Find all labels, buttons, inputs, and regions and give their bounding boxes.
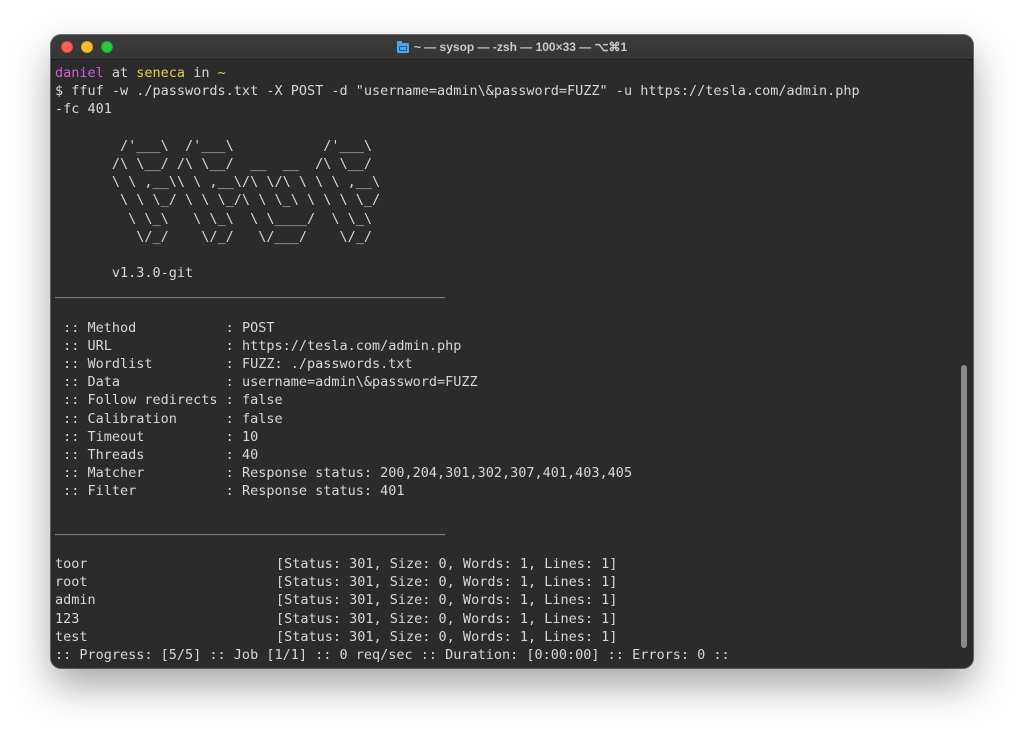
banner-line: \ \ \_/ \ \ \_/\ \ \_\ \ \ \ \_/ xyxy=(55,192,381,209)
config-value: FUZZ: ./passwords.txt xyxy=(241,356,413,372)
terminal-window: ~ — sysop — -zsh — 100×33 — ⌥⌘1 daniel a… xyxy=(51,35,973,668)
result-row: admin [Status: 301, Size: 0, Words: 1, Li… xyxy=(55,591,973,609)
config-row: :: Wordlist : FUZZ: ./passwords.txt xyxy=(55,355,973,373)
banner-line: \/_/ \/_/ \/___/ \/_/ xyxy=(55,228,372,245)
config-value: Response status: 401 xyxy=(241,483,405,500)
result-word: 123 xyxy=(55,610,80,627)
config-key: :: Data : xyxy=(55,374,242,391)
config-key: :: Calibration : xyxy=(55,410,242,427)
config-value: 40 xyxy=(241,446,259,463)
result-row: root [Status: 301, Size: 0, Words: 1, Lin… xyxy=(55,573,973,591)
banner-line: /'___\ /'___\ /'___\ xyxy=(55,137,372,154)
banner-line: \ \_\ \ \_\ \ \____/ \ \_\ xyxy=(55,210,372,227)
result-word: test xyxy=(55,628,88,645)
progress-line: :: Progress: [5/5] :: Job [1/1] :: 0 req… xyxy=(55,647,730,663)
result-row: test [Status: 301, Size: 0, Words: 1, Lin… xyxy=(55,628,973,646)
config-key: :: Timeout : xyxy=(55,428,242,445)
config-value: 10 xyxy=(241,428,259,445)
prompt-dir: ~ xyxy=(217,65,226,81)
result-row: toor [Status: 301, Size: 0, Words: 1, Lin… xyxy=(55,555,973,573)
separator-line: ________________________________________… xyxy=(55,519,446,536)
result-status: [Status: 301, Size: 0, Words: 1, Lines: … xyxy=(276,592,618,609)
config-key: :: Matcher : xyxy=(55,465,242,482)
result-status: [Status: 301, Size: 0, Words: 1, Lines: … xyxy=(276,628,618,645)
config-row: :: Timeout : 10 xyxy=(55,428,973,446)
banner-line: /\ \__/ /\ \__/ __ __ /\ \__/ xyxy=(55,155,372,172)
config-row: :: Filter : Response status: 401 xyxy=(55,482,973,500)
config-row: :: Threads : 40 xyxy=(55,446,973,464)
prompt-line: daniel at seneca in ~ xyxy=(55,64,973,82)
config-key: :: Threads : xyxy=(55,446,242,463)
config-value: https://tesla.com/admin.php xyxy=(241,337,462,354)
config-key: :: URL : xyxy=(55,337,242,354)
config-key: :: Wordlist : xyxy=(55,356,242,372)
prompt-at: at xyxy=(103,65,137,81)
window-title: ~ — sysop — -zsh — 100×33 — ⌥⌘1 xyxy=(51,35,973,59)
prompt-in: in xyxy=(185,65,218,81)
result-row: 123 [Status: 301, Size: 0, Words: 1, Line… xyxy=(55,610,973,628)
result-word: root xyxy=(55,574,88,591)
separator-line: ________________________________________… xyxy=(55,283,446,300)
config-key: :: Method : xyxy=(55,319,242,336)
version-line: v1.3.0-git xyxy=(55,265,194,282)
result-status: [Status: 301, Size: 0, Words: 1, Lines: … xyxy=(276,556,618,573)
result-word: admin xyxy=(55,592,96,609)
command-text-1: $ ffuf -w ./passwords.txt -X POST -d "us… xyxy=(55,83,868,100)
banner-line: \ \ ,__\\ \ ,__\/\ \/\ \ \ \ ,__\ xyxy=(55,174,381,191)
config-key: :: Follow redirects : xyxy=(55,392,242,409)
config-key: :: Filter : xyxy=(55,483,242,500)
title-bar[interactable]: ~ — sysop — -zsh — 100×33 — ⌥⌘1 xyxy=(51,35,973,60)
prompt-user: daniel xyxy=(55,65,104,81)
folder-icon xyxy=(396,40,409,53)
config-row: :: Matcher : Response status: 200,204,30… xyxy=(55,464,973,482)
command-text-2: -fc 401 xyxy=(55,101,112,118)
config-value: false xyxy=(241,410,283,427)
scrollbar-thumb[interactable] xyxy=(961,365,967,648)
config-value: POST xyxy=(241,319,275,336)
config-row: :: Follow redirects : false xyxy=(55,391,973,409)
window-title-text: ~ — sysop — -zsh — 100×33 — ⌥⌘1 xyxy=(413,40,628,54)
prompt-host: seneca xyxy=(136,65,186,81)
config-row: :: Method : POST xyxy=(55,319,973,337)
config-value: false xyxy=(241,392,283,409)
config-row: :: Data : username=admin\&password=FUZZ xyxy=(55,373,973,391)
result-status: [Status: 301, Size: 0, Words: 1, Lines: … xyxy=(276,574,618,591)
terminal-output[interactable]: daniel at seneca in ~ $ ffuf -w ./passwo… xyxy=(51,60,973,668)
config-value: username=admin\&password=FUZZ xyxy=(241,374,478,391)
config-row: :: URL : https://tesla.com/admin.php xyxy=(55,337,973,355)
result-word: toor xyxy=(55,556,88,573)
config-row: :: Calibration : false xyxy=(55,410,973,428)
command-line-continued: -fc 401 xyxy=(55,100,973,118)
command-line: $ ffuf -w ./passwords.txt -X POST -d "us… xyxy=(55,82,973,100)
result-status: [Status: 301, Size: 0, Words: 1, Lines: … xyxy=(276,610,618,627)
config-value: Response status: 200,204,301,302,307,401… xyxy=(241,465,633,482)
